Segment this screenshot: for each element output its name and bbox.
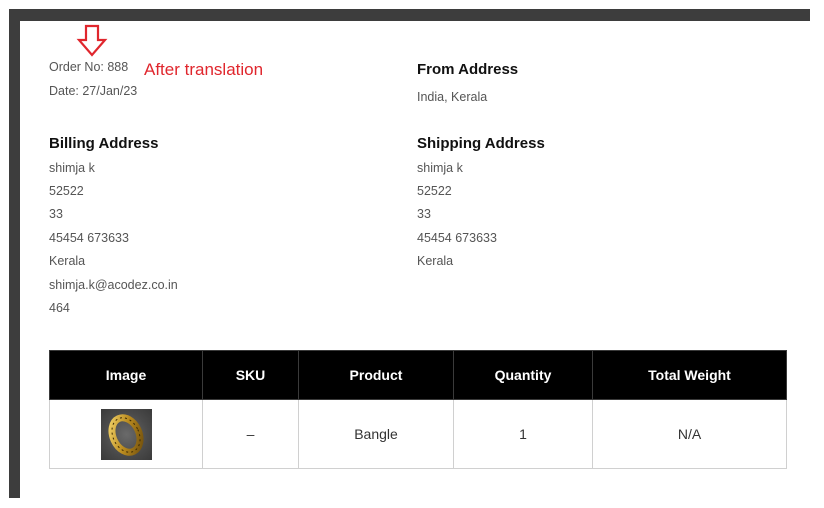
billing-address-line: Kerala <box>49 254 86 268</box>
column-header-total-weight: Total Weight <box>592 350 787 400</box>
order-number: Order No: 888 <box>49 60 129 74</box>
table-header-row: Image SKU Product Quantity Total Weight <box>49 350 787 400</box>
column-header-image: Image <box>49 350 203 400</box>
billing-address-heading: Billing Address <box>49 135 159 152</box>
column-header-quantity: Quantity <box>453 350 593 400</box>
down-arrow-outline-icon <box>76 24 108 58</box>
shipping-address-line: Kerala <box>417 254 454 268</box>
billing-address-line: 52522 <box>49 184 84 198</box>
from-address-line: India, Kerala <box>417 90 488 104</box>
cell-image <box>49 399 203 469</box>
billing-address-line: 33 <box>49 207 63 221</box>
column-header-product: Product <box>298 350 454 400</box>
window-frame-left <box>9 9 20 498</box>
cell-total-weight: N/A <box>592 399 787 469</box>
from-address-heading: From Address <box>417 61 519 78</box>
order-items-table: Image SKU Product Quantity Total Weight <box>49 350 787 469</box>
shipping-address-line: 45454 673633 <box>417 231 497 245</box>
gold-ring-product-image <box>100 408 152 460</box>
annotation-text: After translation <box>144 60 264 79</box>
cell-sku: – <box>202 399 299 469</box>
order-date: Date: 27/Jan/23 <box>49 84 138 98</box>
shipping-address-line: 33 <box>417 207 431 221</box>
shipping-address-line: shimja k <box>417 161 463 175</box>
billing-address-line: 464 <box>49 301 70 315</box>
cell-product: Bangle <box>298 399 454 469</box>
window-frame-top <box>9 9 810 21</box>
billing-address-line: 45454 673633 <box>49 231 129 245</box>
billing-email: shimja.k@acodez.co.in <box>49 278 178 292</box>
table-row: – Bangle 1 N/A <box>49 399 787 469</box>
cell-quantity: 1 <box>453 399 593 469</box>
billing-address-line: shimja k <box>49 161 95 175</box>
shipping-address-line: 52522 <box>417 184 452 198</box>
column-header-sku: SKU <box>202 350 299 400</box>
shipping-address-heading: Shipping Address <box>417 135 545 152</box>
